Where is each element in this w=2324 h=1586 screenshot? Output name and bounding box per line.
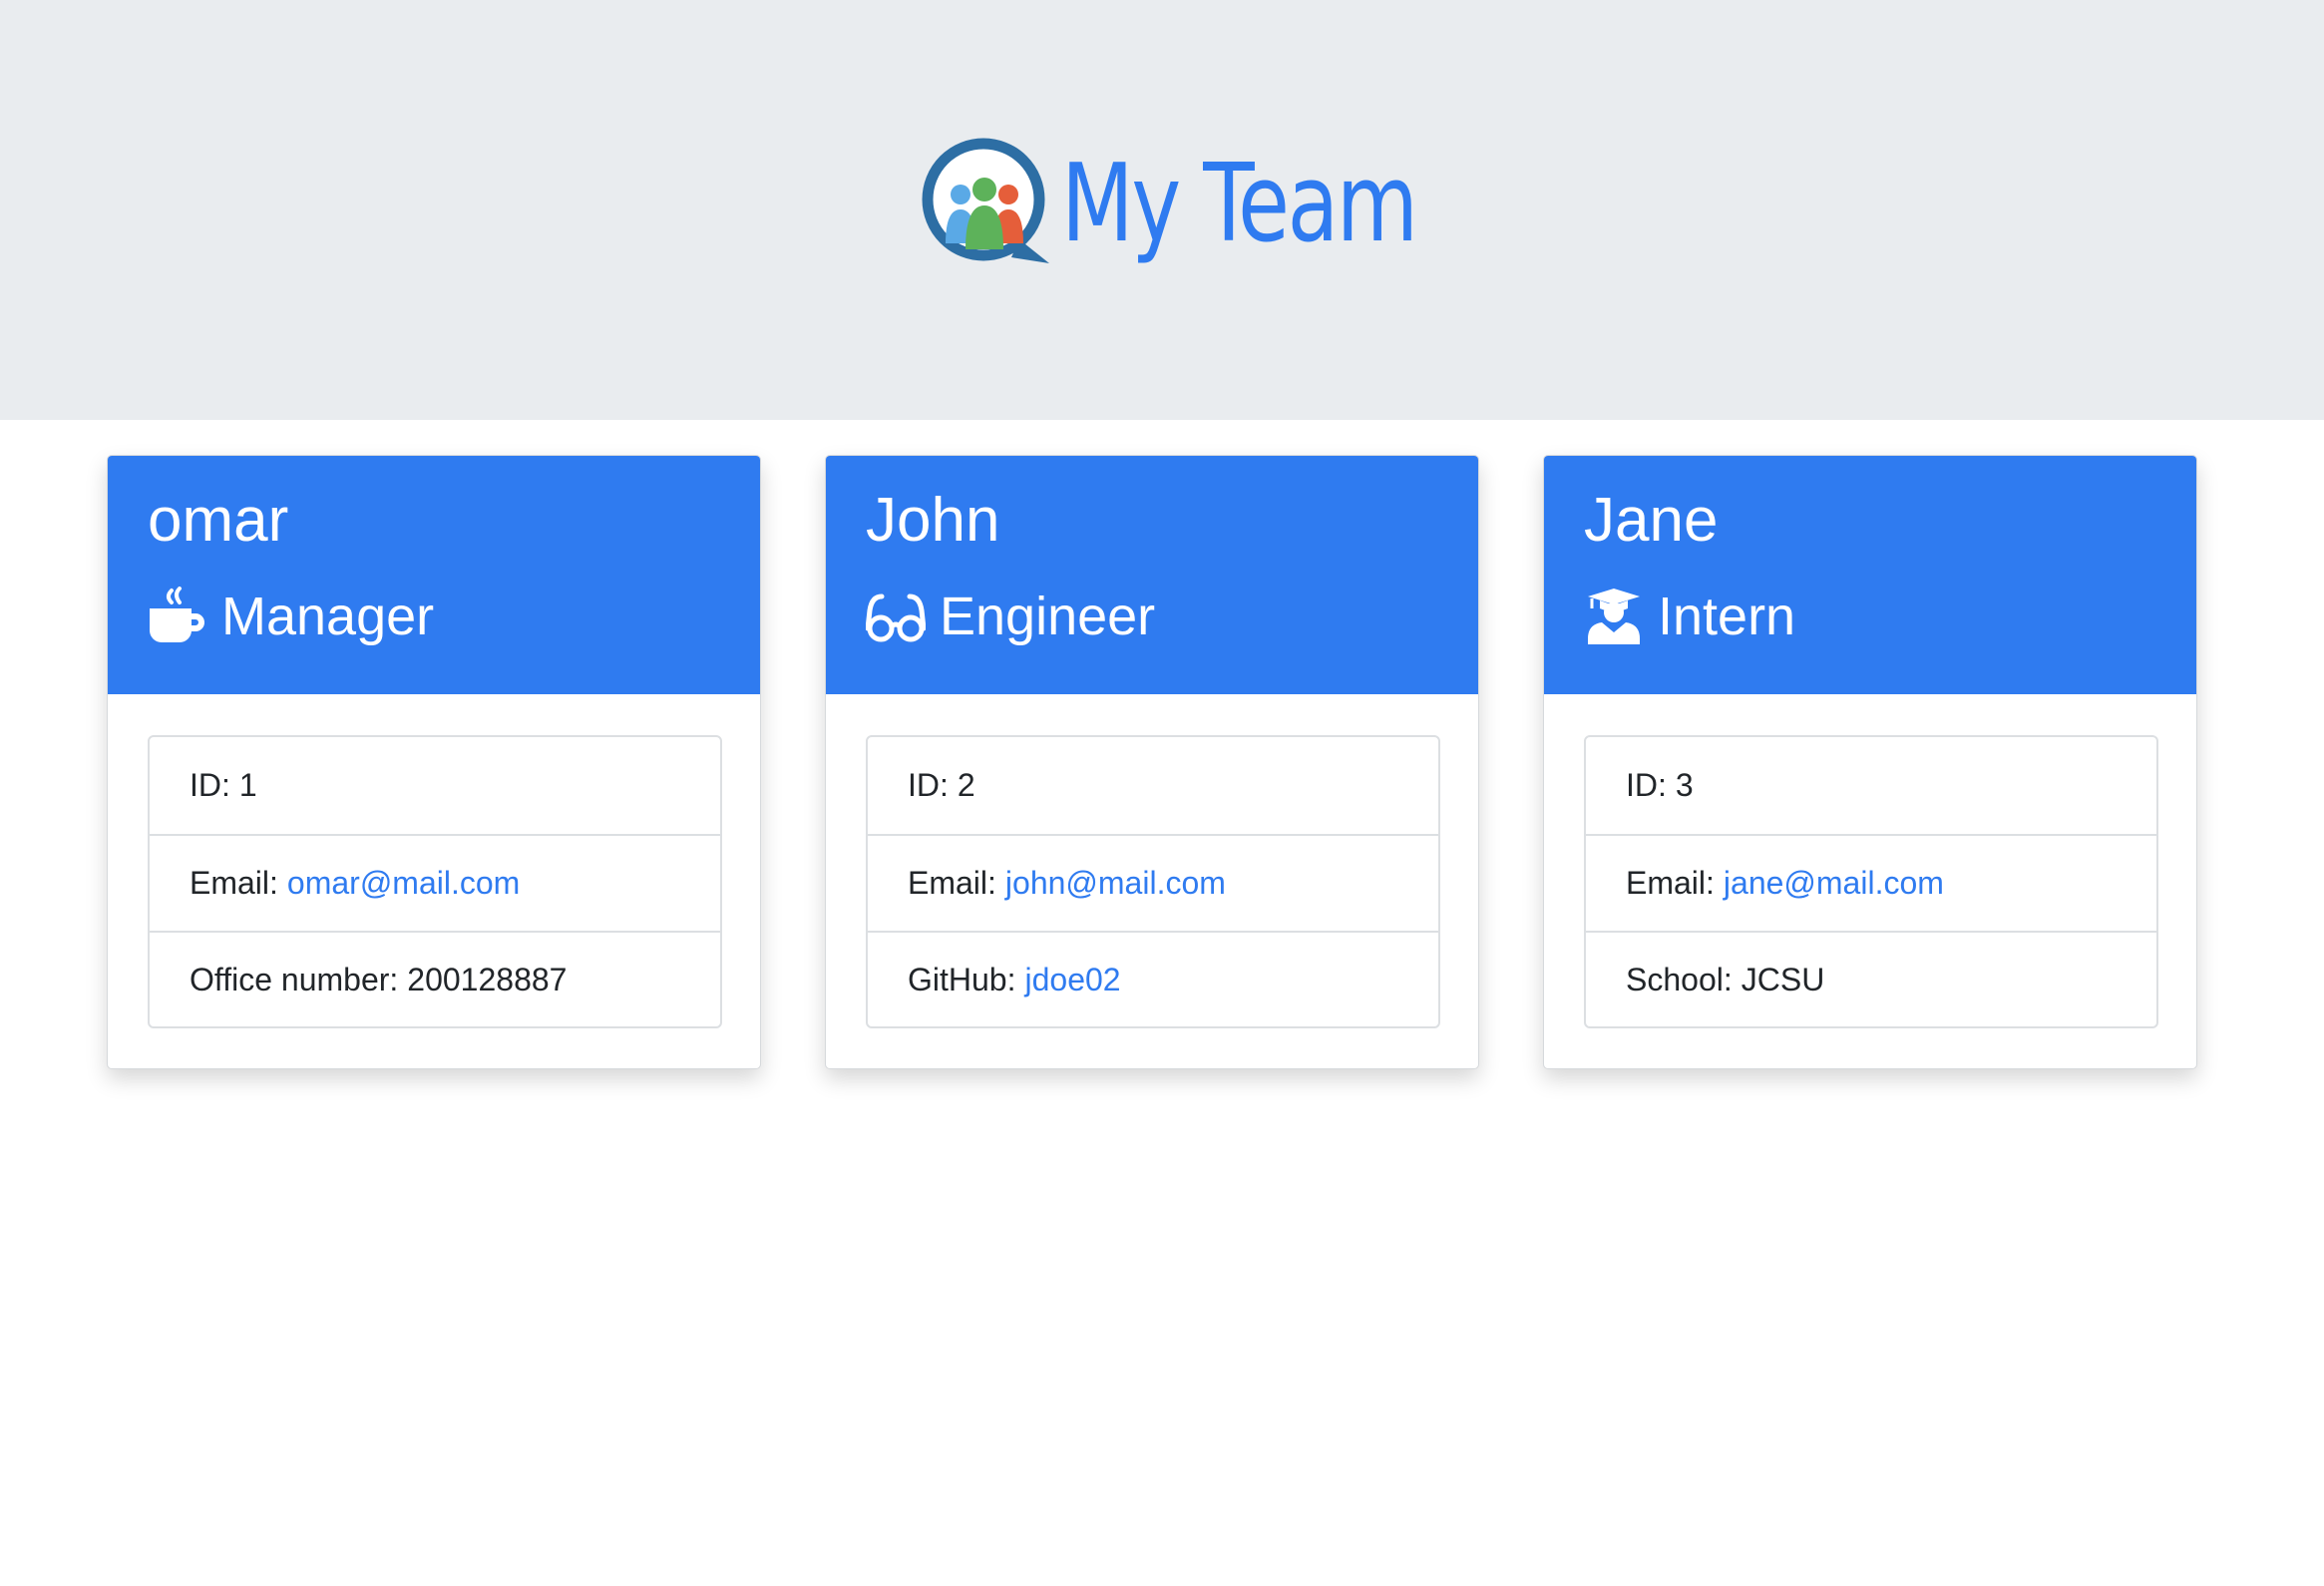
github-link[interactable]: jdoe02 (1024, 962, 1120, 998)
employee-card-manager: omar Manager ID: 1 Email: omar@mail.com … (107, 455, 761, 1069)
list-item-email: Email: john@mail.com (868, 834, 1438, 931)
employee-role: Engineer (866, 580, 1155, 653)
list-item-github: GitHub: jdoe02 (868, 931, 1438, 1026)
employee-role: Manager (148, 580, 434, 653)
github-label: GitHub: (908, 962, 1016, 997)
list-item-id: ID: 1 (150, 737, 720, 834)
school-value: JCSU (1741, 962, 1825, 997)
email-label: Email: (1626, 865, 1715, 901)
card-header: John Engineer (826, 456, 1478, 694)
employee-role-label: Intern (1658, 587, 1796, 646)
card-header: Jane Intern (1544, 456, 2196, 694)
id-label: ID: (1626, 767, 1667, 803)
employee-card-intern: Jane Intern ID: 3 Email: jane@mail.com S… (1543, 455, 2197, 1069)
employee-role-label: Engineer (940, 587, 1156, 646)
office-number-label: Office number: (190, 962, 399, 997)
list-item-school: School: JCSU (1586, 931, 2156, 1026)
id-value: 3 (1675, 767, 1694, 803)
graduate-icon (1584, 587, 1644, 646)
email-label: Email: (908, 865, 996, 901)
employee-name: Jane (1584, 486, 1719, 555)
team-chat-logo-icon (922, 138, 1049, 263)
id-label: ID: (190, 767, 230, 803)
id-value: 1 (238, 767, 257, 803)
page-title: My Team (1061, 142, 1418, 266)
brand: My Team (920, 130, 1516, 279)
employee-details: ID: 1 Email: omar@mail.com Office number… (148, 735, 722, 1028)
employee-card-engineer: John Engineer ID: 2 Email: john@mail.com… (825, 455, 1479, 1069)
school-label: School: (1626, 962, 1733, 997)
employee-name: omar (148, 486, 289, 555)
email-link[interactable]: omar@mail.com (287, 865, 520, 902)
email-label: Email: (190, 865, 278, 901)
email-link[interactable]: jane@mail.com (1724, 865, 1944, 902)
id-label: ID: (908, 767, 949, 803)
list-item-office-number: Office number: 200128887 (150, 931, 720, 1026)
hero-banner: My Team (0, 0, 2324, 420)
email-link[interactable]: john@mail.com (1005, 865, 1226, 902)
list-item-email: Email: jane@mail.com (1586, 834, 2156, 931)
list-item-id: ID: 2 (868, 737, 1438, 834)
employee-role-label: Manager (221, 587, 435, 646)
office-number-value: 200128887 (407, 962, 568, 997)
list-item-id: ID: 3 (1586, 737, 2156, 834)
card-header: omar Manager (108, 456, 760, 694)
employee-details: ID: 3 Email: jane@mail.com School: JCSU (1584, 735, 2158, 1028)
list-item-email: Email: omar@mail.com (150, 834, 720, 931)
id-value: 2 (957, 767, 975, 803)
glasses-icon (866, 587, 926, 646)
employee-details: ID: 2 Email: john@mail.com GitHub: jdoe0… (866, 735, 1440, 1028)
employee-name: John (866, 486, 1000, 555)
mug-hot-icon (148, 587, 207, 646)
employee-role: Intern (1584, 580, 1795, 653)
